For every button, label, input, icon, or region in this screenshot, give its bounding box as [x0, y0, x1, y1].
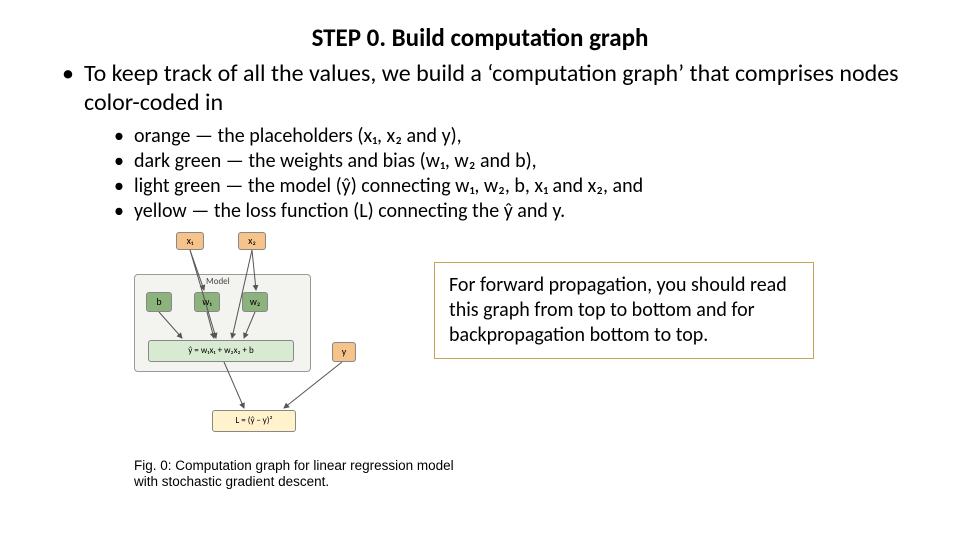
node-w2: w₂: [242, 292, 268, 312]
bullet-dark-green: dark green — the weights and bias (w₁, w…: [134, 149, 910, 174]
computation-graph-diagram: Model x₁ x₂ b w₁ w₂ ŷ = w₁x₁ + w₂x₂ + b …: [134, 232, 374, 452]
node-b: b: [146, 292, 172, 312]
figure-caption: Fig. 0: Computation graph for linear reg…: [50, 458, 464, 492]
node-yhat: ŷ = w₁x₁ + w₂x₂ + b: [148, 340, 294, 362]
node-w1: w₁: [194, 292, 220, 312]
bullet-light-green: light green — the model (ŷ) connecting w…: [134, 174, 910, 199]
node-x2: x₂: [238, 232, 266, 250]
color-bullet-list: orange — the placeholders (x₁, x₂ and y)…: [50, 124, 910, 224]
intro-content: To keep track of all the values, we buil…: [84, 59, 899, 117]
bullet-yellow: yellow — the loss function (L) connectin…: [134, 199, 910, 224]
node-y: y: [332, 342, 356, 362]
model-box-label: Model: [206, 276, 230, 287]
node-x1: x₁: [176, 232, 204, 250]
node-loss: L = (ŷ − y)²: [212, 410, 296, 432]
bullet-orange: orange — the placeholders (x₁, x₂ and y)…: [134, 124, 910, 149]
slide-title: STEP 0. Build computation graph: [50, 22, 910, 53]
intro-text: • To keep track of all the values, we bu…: [50, 59, 910, 118]
forward-prop-callout: For forward propagation, you should read…: [434, 262, 814, 359]
bullet-dot: •: [62, 59, 74, 88]
